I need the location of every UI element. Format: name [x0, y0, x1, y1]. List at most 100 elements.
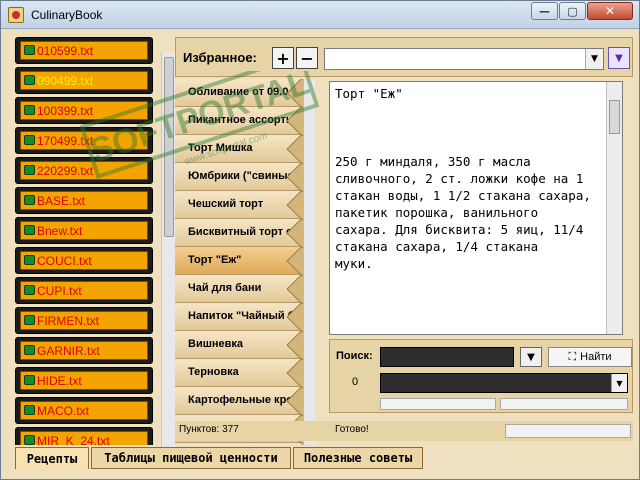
file-item-body: CUPI.txt — [20, 281, 148, 300]
recipe-list-scrollbar[interactable] — [303, 79, 315, 445]
recipe-list-item-label: Чешский торт — [188, 198, 264, 210]
recipe-list: Картофельные чипсКартофельные крокТернов… — [175, 79, 315, 445]
file-item[interactable]: BASE.txt — [15, 187, 153, 214]
file-item[interactable]: HIDE.txt — [15, 367, 153, 394]
file-icon — [24, 345, 35, 355]
minimize-icon: — — [539, 4, 550, 18]
search-results-combo[interactable]: ▼ — [380, 373, 628, 393]
add-favorite-button[interactable]: + — [272, 47, 294, 69]
file-item[interactable]: FIRMEN.txt — [15, 307, 153, 334]
search-progress-left — [380, 398, 496, 410]
file-item[interactable]: Bnew.txt — [15, 217, 153, 244]
recipe-list-item-label: Обливание от 09.0 — [188, 86, 289, 98]
file-item-label: COUCI.txt — [37, 254, 92, 268]
status-progress — [505, 424, 631, 438]
minimize-button[interactable]: — — [531, 2, 558, 20]
file-item[interactable]: MIR_K_24.txt — [15, 427, 153, 445]
file-item-body: HIDE.txt — [20, 371, 148, 390]
filter-icon[interactable]: ▼ — [520, 347, 542, 367]
file-item-label: MIR_K_24.txt — [37, 434, 110, 445]
favorites-select[interactable]: ▼ — [324, 48, 604, 70]
file-item-body: 090499.txt — [20, 71, 148, 90]
maximize-button[interactable]: ▢ — [559, 2, 586, 20]
favorites-bar: Избранное: + − ▼ ▼ — [175, 37, 633, 77]
recipe-list-item[interactable]: Напиток "Чайный б — [175, 303, 303, 331]
file-item-label: FIRMEN.txt — [37, 314, 99, 328]
file-item-body: 100399.txt — [20, 101, 148, 120]
file-item-label: 090499.txt — [37, 74, 94, 88]
file-item[interactable]: MACO.txt — [15, 397, 153, 424]
file-item-body: MIR_K_24.txt — [20, 431, 148, 445]
chevron-down-icon[interactable]: ▼ — [585, 49, 603, 69]
chevron-down-icon[interactable]: ▼ — [611, 374, 627, 392]
file-item-body: 010599.txt — [20, 41, 148, 60]
tab-2[interactable]: Полезные советы — [293, 447, 423, 469]
file-item[interactable]: CUPI.txt — [15, 277, 153, 304]
tab-1[interactable]: Таблицы пищевой ценности — [91, 447, 291, 469]
recipe-list-item[interactable]: Терновка — [175, 359, 303, 387]
search-progress-right — [500, 398, 628, 410]
file-icon — [24, 375, 35, 385]
recipe-list-item-label: Терновка — [188, 366, 239, 378]
file-item-label: 010599.txt — [37, 44, 94, 58]
recipe-list-item[interactable]: Пикантное ассорти — [175, 107, 303, 135]
file-item[interactable]: 010599.txt — [15, 37, 153, 64]
scrollbar-thumb[interactable] — [609, 100, 620, 134]
favorites-label: Избранное: — [183, 50, 257, 65]
remove-favorite-button[interactable]: − — [296, 47, 318, 69]
search-input[interactable] — [380, 347, 514, 367]
find-button[interactable]: ⛶ Найти — [548, 347, 632, 367]
file-item-label: 100399.txt — [37, 104, 94, 118]
recipe-list-item[interactable]: Бисквитный торт с — [175, 219, 303, 247]
close-button[interactable]: ✕ — [587, 2, 633, 20]
file-list-scrollbar[interactable] — [161, 53, 175, 453]
file-item[interactable]: GARNIR.txt — [15, 337, 153, 364]
search-panel: Поиск: ▼ ⛶ Найти 0 ▼ — [329, 339, 633, 413]
recipe-list-item[interactable]: Торт "Еж" — [175, 247, 303, 275]
file-icon — [24, 255, 35, 265]
app-window: CulinaryBook — ▢ ✕ 010599.txt 090499.txt 1… — [0, 0, 640, 480]
file-item[interactable]: 170499.txt — [15, 127, 153, 154]
recipe-list-item-label: Картофельные крок — [188, 394, 299, 406]
file-icon — [24, 405, 35, 415]
recipe-text-area[interactable]: Торт "Еж" 250 г миндаля, 350 г масла сли… — [329, 81, 623, 335]
recipe-list-item[interactable]: Чешский торт — [175, 191, 303, 219]
recipe-list-item[interactable]: Обливание от 09.0 — [175, 79, 303, 107]
file-item-body: FIRMEN.txt — [20, 311, 148, 330]
recipe-list-item-label: Вишневка — [188, 338, 244, 350]
window-title: CulinaryBook — [31, 8, 103, 22]
recipe-list-item[interactable]: Вишневка — [175, 331, 303, 359]
scrollbar-thumb[interactable] — [164, 57, 174, 237]
file-item-label: Bnew.txt — [37, 224, 83, 238]
recipe-list-item-label: Торт Мишка — [188, 142, 253, 154]
recipe-list-item[interactable]: Торт Мишка — [175, 135, 303, 163]
recipe-list-item[interactable]: Чай для бани — [175, 275, 303, 303]
file-icon — [24, 105, 35, 115]
favorites-menu-button[interactable]: ▼ — [608, 47, 630, 69]
file-item[interactable]: 220299.txt — [15, 157, 153, 184]
title-bar[interactable]: CulinaryBook — ▢ ✕ — [1, 1, 639, 29]
file-item-body: MACO.txt — [20, 401, 148, 420]
file-icon — [24, 315, 35, 325]
file-item[interactable]: 090499.txt — [15, 67, 153, 94]
file-item[interactable]: COUCI.txt — [15, 247, 153, 274]
recipe-list-item-label: Пикантное ассорти — [188, 114, 293, 126]
maximize-icon: ▢ — [567, 4, 578, 18]
file-item[interactable]: 100399.txt — [15, 97, 153, 124]
file-item-label: GARNIR.txt — [37, 344, 100, 358]
recipe-text-scrollbar[interactable] — [606, 82, 622, 334]
file-icon — [24, 45, 35, 55]
recipe-list-item-label: Чай для бани — [188, 282, 262, 294]
tab-0[interactable]: Рецепты — [15, 447, 89, 469]
recipe-list-item-label: Напиток "Чайный б — [188, 310, 295, 322]
recipe-list-item[interactable]: Юмбрики ("свиные" — [175, 163, 303, 191]
recipe-list-item[interactable]: Картофельные крок — [175, 387, 303, 415]
file-item-body: GARNIR.txt — [20, 341, 148, 360]
recipe-list-item-label: Юмбрики ("свиные" — [188, 170, 299, 182]
file-icon — [24, 225, 35, 235]
app-icon — [8, 7, 24, 23]
close-icon: ✕ — [604, 4, 616, 18]
find-button-label: Найти — [580, 351, 612, 363]
file-icon — [24, 135, 35, 145]
file-item-body: BASE.txt — [20, 191, 148, 210]
